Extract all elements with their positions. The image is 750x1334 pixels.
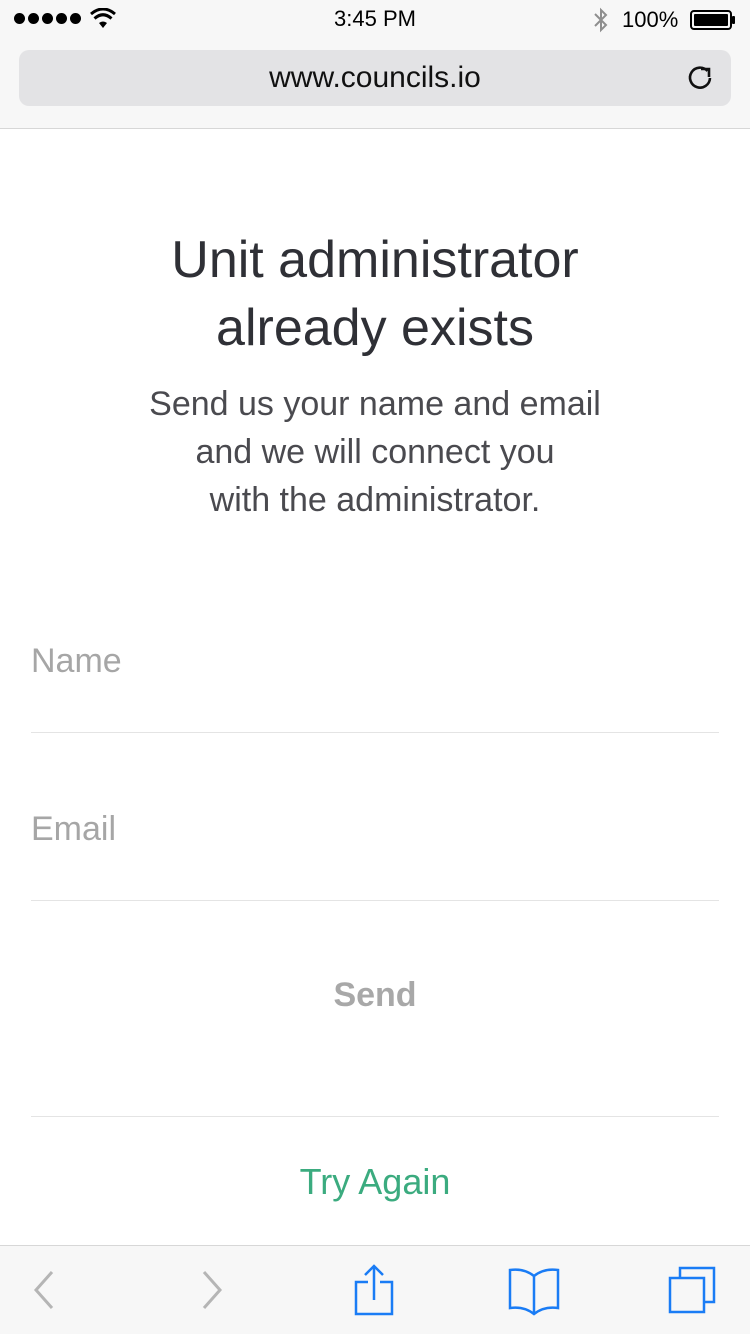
browser-chrome: 3:45 PM 100% www.councils.io (0, 0, 750, 129)
share-icon (354, 1264, 394, 1316)
subtitle-line-3: with the administrator. (209, 481, 541, 519)
subtitle-line-1: Send us your name and email (149, 385, 601, 423)
share-button[interactable] (344, 1260, 404, 1320)
bookmarks-icon (508, 1268, 560, 1316)
title-line-1: Unit administrator (171, 231, 579, 289)
subtitle-line-2: and we will connect you (195, 433, 555, 471)
url-text[interactable]: www.councils.io (19, 50, 731, 106)
status-bar: 3:45 PM 100% (0, 0, 750, 40)
try-again-link[interactable]: Try Again (0, 1150, 750, 1214)
forward-icon (202, 1271, 223, 1309)
email-field-container (31, 732, 719, 901)
divider (31, 1116, 719, 1117)
browser-toolbar (0, 1245, 750, 1334)
name-field-container (31, 564, 719, 733)
battery-percent: 100% (622, 7, 679, 32)
page-title: Unit administrator already exists (0, 226, 750, 362)
back-button[interactable] (16, 1260, 76, 1320)
page-subtitle: Send us your name and email and we will … (0, 380, 750, 524)
page: 3:45 PM 100% www.councils.io Unit admini… (0, 0, 750, 1334)
email-input[interactable] (31, 779, 719, 879)
battery-icon (690, 10, 735, 30)
forward-button[interactable] (180, 1260, 240, 1320)
send-button[interactable]: Send (31, 940, 719, 1050)
title-line-2: already exists (216, 299, 534, 357)
reload-icon[interactable] (685, 63, 715, 93)
back-icon (33, 1271, 54, 1309)
bluetooth-icon (594, 7, 608, 33)
tabs-button[interactable] (664, 1260, 724, 1320)
bookmarks-button[interactable] (504, 1260, 564, 1320)
tabs-icon (668, 1266, 716, 1314)
name-input[interactable] (31, 611, 719, 711)
address-bar[interactable]: www.councils.io (19, 50, 731, 106)
